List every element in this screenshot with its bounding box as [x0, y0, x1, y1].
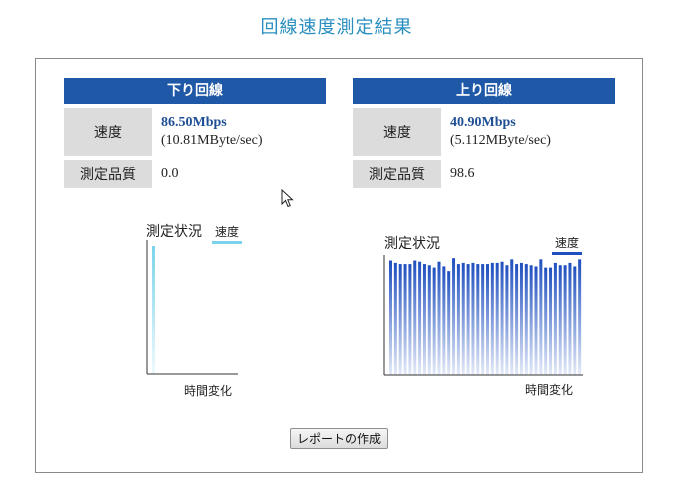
download-quality-value-cell: 0.0	[152, 160, 179, 188]
download-header: 下り回線	[64, 78, 326, 104]
bar	[563, 265, 567, 375]
download-legend-label: 速度	[214, 225, 239, 239]
bar	[442, 266, 446, 375]
upload-speed-row: 速度 40.90Mbps (5.112MByte/sec)	[353, 108, 615, 156]
create-report-button[interactable]: レポートの作成	[290, 428, 388, 449]
download-speed-value-cell: 86.50Mbps (10.81MByte/sec)	[152, 108, 262, 156]
download-panel: 下り回線 速度 86.50Mbps (10.81MByte/sec) 測定品質 …	[64, 78, 326, 188]
bar	[495, 262, 499, 375]
upload-quality-row: 測定品質 98.6	[353, 160, 615, 188]
upload-speed-bytes: (5.112MByte/sec)	[450, 133, 551, 148]
bar	[476, 264, 480, 375]
upload-chart-xlabel: 時間変化	[525, 383, 574, 397]
bar	[558, 265, 562, 375]
download-speed-value: 86.50Mbps	[161, 115, 227, 130]
bar	[490, 262, 494, 375]
bar	[578, 259, 582, 375]
upload-legend-label: 速度	[554, 236, 579, 250]
bar	[422, 264, 426, 375]
bar	[461, 262, 465, 375]
bar	[398, 264, 402, 375]
upload-quality-label: 測定品質	[353, 160, 441, 188]
bar	[515, 264, 519, 375]
upload-speed-value-cell: 40.90Mbps (5.112MByte/sec)	[441, 108, 551, 156]
bar	[534, 266, 538, 375]
upload-header: 上り回線	[353, 78, 615, 104]
upload-chart	[383, 255, 583, 376]
bar	[505, 265, 509, 375]
bar	[389, 260, 392, 375]
upload-quality-value-cell: 98.6	[441, 160, 475, 188]
upload-chart-title: 測定状況	[384, 236, 440, 252]
download-quality-row: 測定品質 0.0	[64, 160, 326, 188]
download-chart-title: 測定状況	[146, 224, 202, 240]
page-title: 回線速度測定結果	[260, 17, 413, 38]
download-quality-label: 測定品質	[64, 160, 152, 188]
upload-chart-legend: 速度	[552, 234, 582, 255]
download-chart-xlabel: 時間変化	[184, 384, 233, 398]
bar	[500, 261, 504, 375]
bar	[524, 264, 528, 375]
bar	[481, 264, 485, 375]
bar	[568, 262, 572, 375]
bar	[437, 261, 441, 375]
bar	[529, 265, 533, 375]
bar	[553, 262, 557, 375]
download-speed-label: 速度	[64, 108, 152, 156]
download-speed-row: 速度 86.50Mbps (10.81MByte/sec)	[64, 108, 326, 156]
bar	[408, 264, 412, 375]
bar	[456, 264, 460, 375]
bar	[486, 264, 489, 375]
upload-panel: 上り回線 速度 40.90Mbps (5.112MByte/sec) 測定品質 …	[353, 78, 615, 188]
bar	[466, 264, 470, 375]
bar	[447, 271, 451, 375]
bar	[452, 258, 456, 375]
bar	[510, 259, 514, 375]
bar	[427, 265, 431, 375]
mouse-cursor-icon	[281, 189, 294, 208]
bar	[403, 264, 407, 375]
upload-quality-value: 98.6	[450, 166, 475, 181]
download-speed-bytes: (10.81MByte/sec)	[161, 133, 263, 148]
bar	[432, 267, 436, 375]
bar	[519, 262, 523, 375]
bar	[418, 261, 422, 375]
bar	[393, 262, 397, 375]
bar	[152, 246, 155, 374]
bar	[549, 267, 553, 375]
bar	[413, 260, 417, 375]
bar	[544, 267, 548, 375]
download-chart	[146, 240, 238, 375]
download-quality-value: 0.0	[161, 166, 179, 181]
bar	[573, 266, 577, 375]
upload-speed-label: 速度	[353, 108, 441, 156]
upload-speed-value: 40.90Mbps	[450, 115, 516, 130]
bar	[539, 259, 543, 375]
bar	[471, 262, 475, 375]
